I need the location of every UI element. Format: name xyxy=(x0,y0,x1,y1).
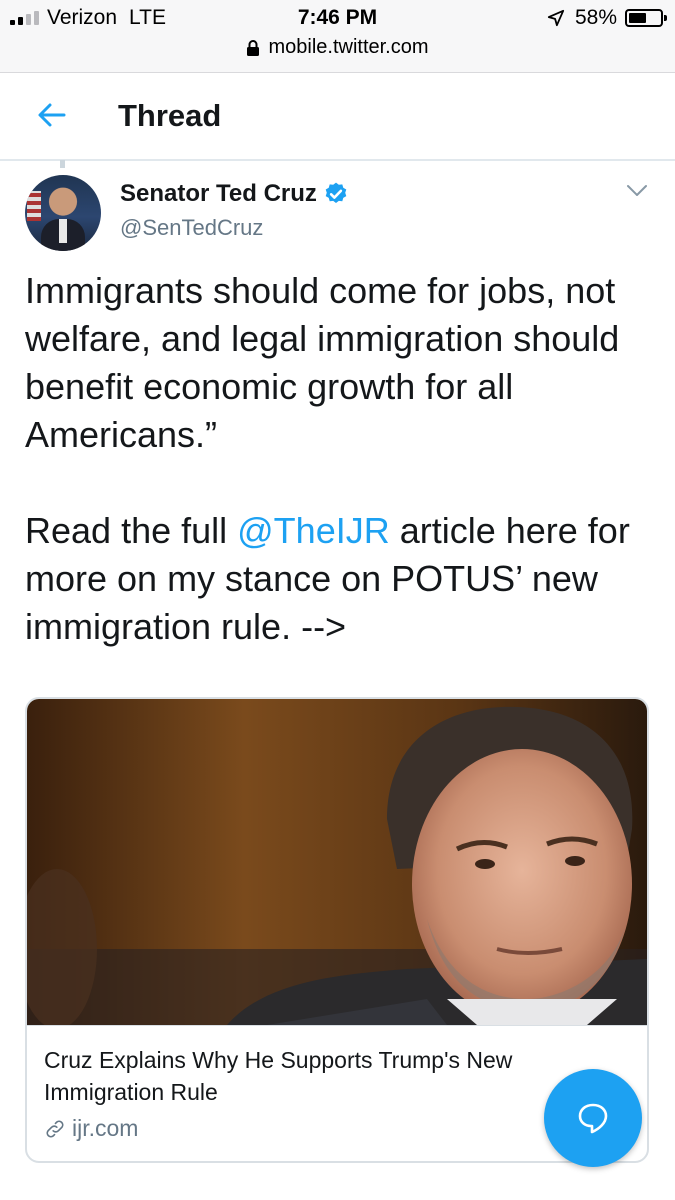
tweet-text: Immigrants should come for jobs, not wel… xyxy=(25,267,655,651)
link-icon xyxy=(46,1120,64,1137)
card-image xyxy=(27,699,647,1025)
status-right: 58% xyxy=(547,6,667,30)
card-domain-row: ijr.com xyxy=(44,1115,138,1142)
page-url: mobile.twitter.com xyxy=(268,36,429,58)
thread-connector-line xyxy=(60,160,65,168)
arrow-left-icon[interactable] xyxy=(36,99,68,131)
battery-percent: 58% xyxy=(574,6,617,29)
location-arrow-icon xyxy=(547,9,565,27)
reply-bubble-icon xyxy=(578,1103,608,1134)
chevron-down-icon[interactable] xyxy=(626,183,648,199)
card-domain: ijr.com xyxy=(72,1115,139,1141)
mention-link[interactable]: @TheIJR xyxy=(237,510,390,551)
page-title: Thread xyxy=(118,98,222,133)
address-bar[interactable]: mobile.twitter.com xyxy=(0,36,675,59)
author-handle[interactable]: @SenTedCruz xyxy=(120,215,263,241)
author-name[interactable]: Senator Ted Cruz xyxy=(120,180,317,208)
tweet-text-part1: Immigrants should come for jobs, not wel… xyxy=(25,270,620,551)
thread-header: Thread xyxy=(0,73,675,161)
reply-fab-button[interactable] xyxy=(544,1069,642,1167)
battery-icon xyxy=(625,9,667,27)
author-name-row[interactable]: Senator Ted Cruz xyxy=(120,180,349,208)
ios-status-bar: Verizon LTE 7:46 PM 58% mobile.twitter.c… xyxy=(0,0,675,73)
lock-icon xyxy=(247,39,260,56)
verified-badge-icon xyxy=(325,182,347,203)
avatar[interactable] xyxy=(25,175,101,251)
card-title: Cruz Explains Why He Supports Trump's Ne… xyxy=(44,1047,513,1105)
